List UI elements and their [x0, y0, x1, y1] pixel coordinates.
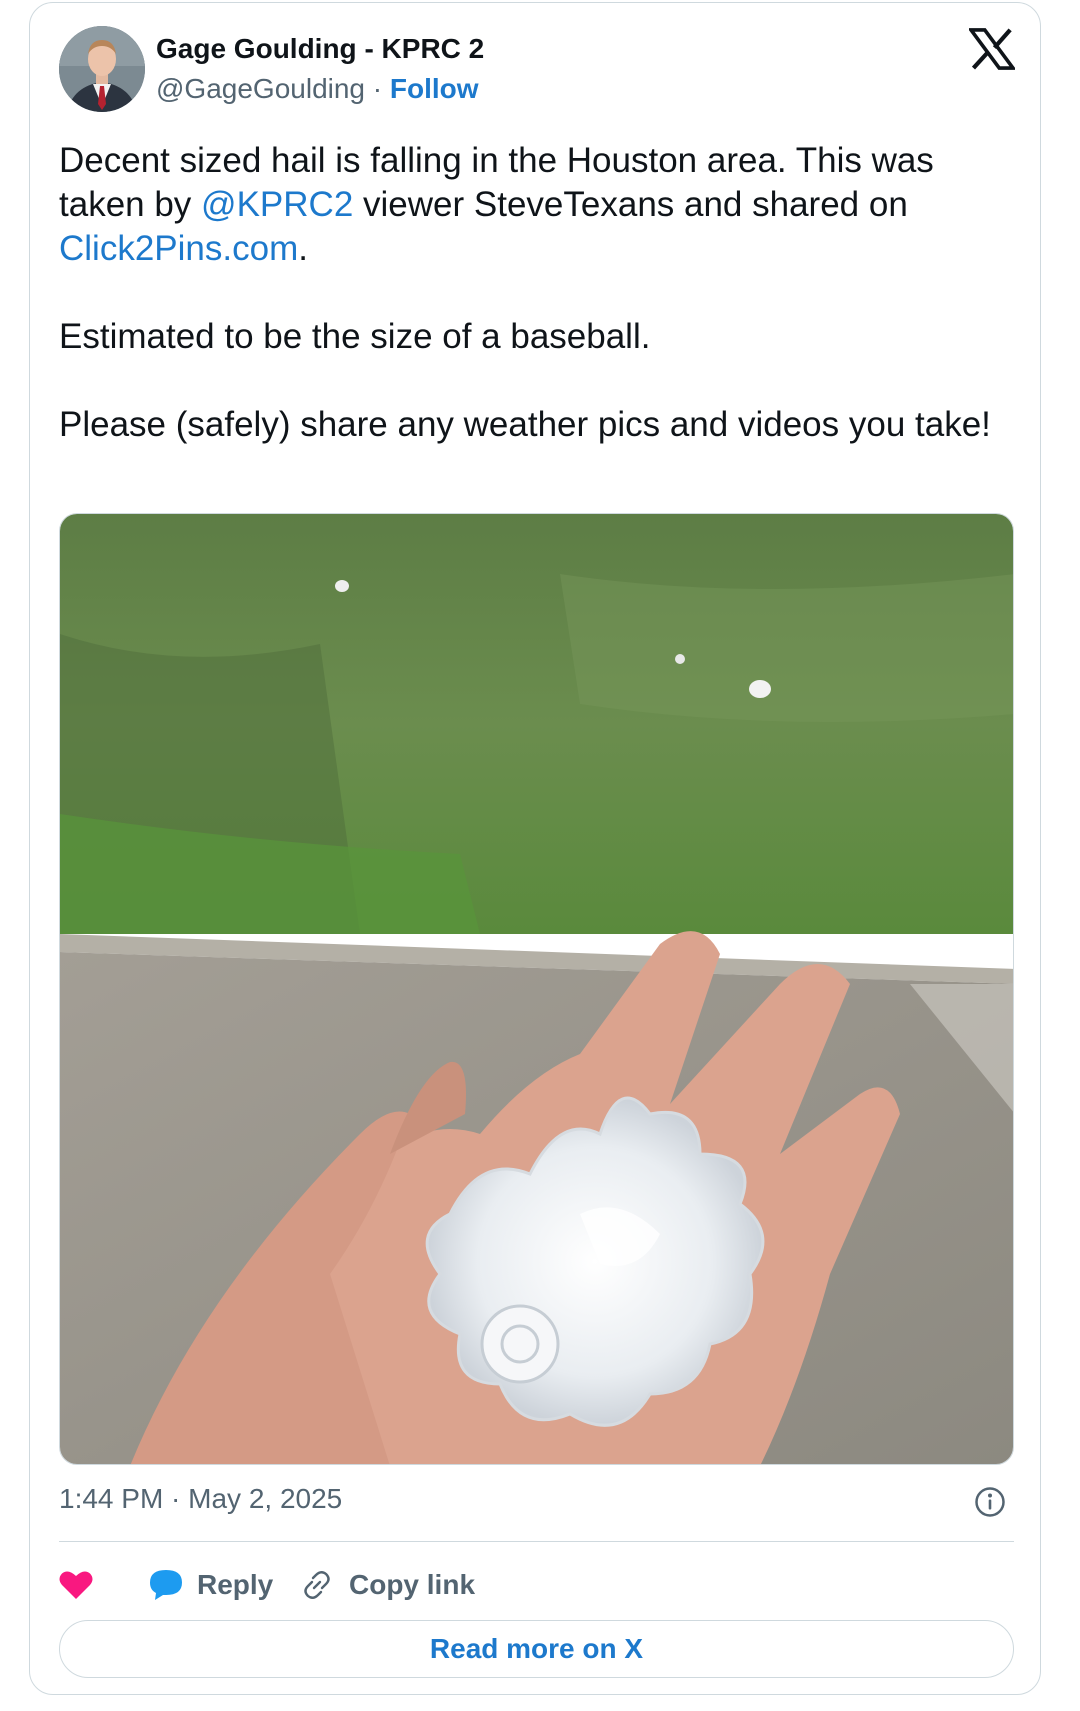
reply-label: Reply — [197, 1569, 274, 1600]
like-button[interactable] — [59, 1563, 93, 1607]
tweet-timestamp[interactable]: 1:44 PM · May 2, 2025 — [59, 1483, 342, 1515]
tweet-paragraph-2: Estimated to be the size of a baseball. — [59, 317, 651, 356]
avatar-photo — [59, 26, 145, 112]
tweet-photo[interactable] — [59, 513, 1014, 1465]
tweet-text-part: . — [298, 229, 308, 268]
tweet-text-part: viewer SteveTexans and shared on — [353, 185, 908, 224]
handle-separator: · — [372, 73, 383, 104]
author-avatar[interactable] — [59, 26, 145, 112]
copy-link-label: Copy link — [349, 1569, 476, 1600]
x-logo-icon[interactable] — [969, 28, 1015, 70]
author-handle-row: @GageGoulding · Follow — [156, 73, 479, 105]
author-handle[interactable]: @GageGoulding — [156, 73, 365, 104]
website-link[interactable]: Click2Pins.com — [59, 229, 298, 268]
follow-button[interactable]: Follow — [390, 73, 479, 104]
tweet-paragraph-3: Please (safely) share any weather pics a… — [59, 405, 991, 444]
tweet-text: Decent sized hail is falling in the Hous… — [59, 139, 1019, 447]
mention-link[interactable]: @KPRC2 — [201, 185, 353, 224]
tweet-card: Gage Goulding - KPRC 2 @GageGoulding · F… — [29, 2, 1041, 1695]
hailstone-photo — [60, 514, 1013, 1464]
reply-button[interactable]: Reply — [149, 1563, 273, 1607]
read-more-button[interactable]: Read more on X — [59, 1620, 1014, 1678]
info-icon[interactable] — [974, 1486, 1006, 1518]
tweet-paragraph-1: Decent sized hail is falling in the Hous… — [59, 139, 1019, 271]
actions-divider — [59, 1541, 1014, 1542]
link-icon — [304, 1571, 330, 1599]
heart-icon — [59, 1571, 93, 1599]
author-display-name[interactable]: Gage Goulding - KPRC 2 — [156, 33, 484, 65]
copy-link-button[interactable]: Copy link — [300, 1563, 475, 1607]
speech-bubble-icon — [150, 1570, 182, 1600]
